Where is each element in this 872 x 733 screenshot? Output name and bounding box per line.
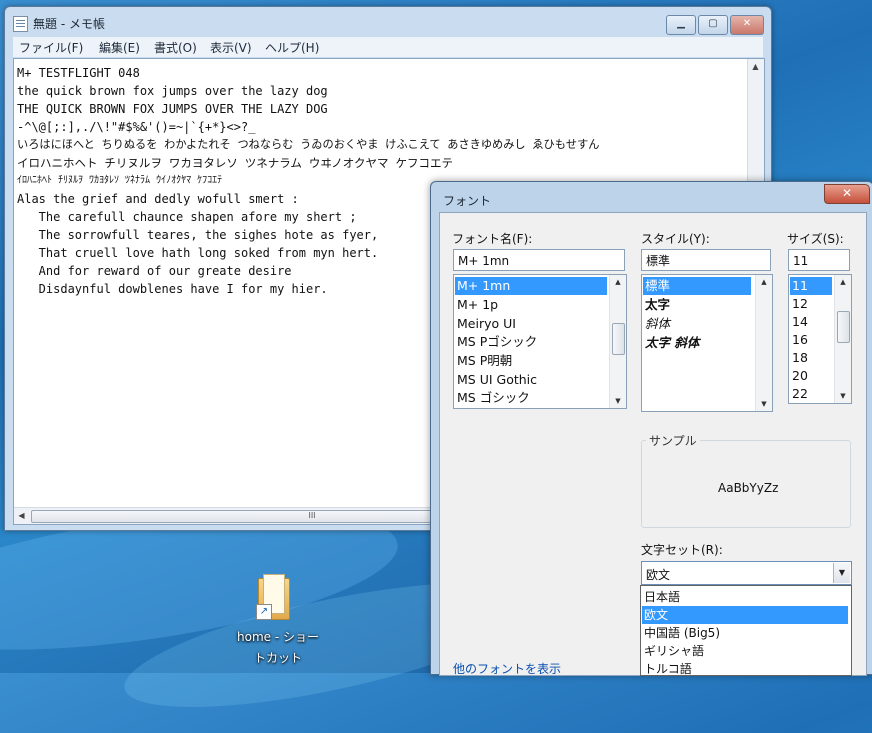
sample-label: サンプル xyxy=(646,432,700,449)
charset-option[interactable]: トルコ語 xyxy=(642,660,848,678)
font-list-item[interactable]: MS Pゴシック xyxy=(455,333,537,351)
chevron-down-icon[interactable]: ▼ xyxy=(833,563,850,583)
size-list-item[interactable]: 20 xyxy=(790,367,808,385)
font-list-item[interactable]: Meiryo UI xyxy=(455,315,516,333)
folder-icon: ↗ xyxy=(256,574,290,620)
dialog-title: フォント xyxy=(443,194,492,208)
size-list-item[interactable]: 16 xyxy=(790,331,808,349)
scroll-left-arrow-icon[interactable]: ◀ xyxy=(14,508,29,523)
scroll-thumb[interactable] xyxy=(612,323,625,355)
size-list-scrollbar[interactable]: ▲ ▼ xyxy=(834,275,851,403)
maximize-icon: ▢ xyxy=(708,18,718,29)
text-line: the quick brown fox jumps over the lazy … xyxy=(17,84,328,98)
size-input[interactable]: 11 xyxy=(788,249,850,271)
charset-select[interactable]: 欧文 ▼ xyxy=(641,561,852,585)
style-list-item[interactable]: 斜体 xyxy=(643,315,670,333)
scroll-up-arrow-icon[interactable]: ▲ xyxy=(756,275,772,289)
font-list-item[interactable]: MS UI Gothic xyxy=(455,371,537,389)
text-line: THE QUICK BROWN FOX JUMPS OVER THE LAZY … xyxy=(17,102,328,116)
font-dialog: フォント ✕ フォント名(F): M+ 1mn M+ 1mn M+ 1p Mei… xyxy=(430,181,872,677)
shortcut-label: home - ショー xyxy=(237,630,319,644)
minimize-icon: ▁ xyxy=(677,18,685,29)
font-list-item[interactable]: MS P明朝 xyxy=(455,352,512,370)
menu-help[interactable]: ヘルプ(H) xyxy=(265,39,319,56)
font-name-input[interactable]: M+ 1mn xyxy=(453,249,625,271)
style-label: スタイル(Y): xyxy=(641,232,710,246)
style-list-item[interactable]: 標準 xyxy=(643,277,751,295)
charset-option[interactable]: 日本語 xyxy=(642,588,848,606)
scroll-down-arrow-icon[interactable]: ▼ xyxy=(835,389,851,403)
scroll-thumb[interactable] xyxy=(837,311,850,343)
dialog-close-button[interactable]: ✕ xyxy=(824,184,870,204)
text-line: いろはにほへと ちりぬるを わかよたれそ つねならむ うゐのおくやま けふこえて… xyxy=(17,138,600,151)
charset-option[interactable]: 欧文 xyxy=(642,606,848,624)
menu-view[interactable]: 表示(V) xyxy=(210,39,252,56)
size-list-item[interactable]: 14 xyxy=(790,313,808,331)
scroll-up-arrow-icon[interactable]: ▲ xyxy=(748,59,763,74)
scroll-down-arrow-icon[interactable]: ▼ xyxy=(610,394,626,408)
charset-option[interactable]: ギリシャ語 xyxy=(642,642,848,660)
style-list-item[interactable]: 太字 斜体 xyxy=(643,334,699,352)
title-bar[interactable]: 無題 - メモ帳 ▁ ▢ ✕ xyxy=(5,7,771,37)
menu-format[interactable]: 書式(O) xyxy=(154,39,197,56)
size-list-item[interactable]: 22 xyxy=(790,385,808,403)
scroll-up-arrow-icon[interactable]: ▲ xyxy=(610,275,626,289)
maximize-button[interactable]: ▢ xyxy=(698,15,728,35)
menu-file[interactable]: ファイル(F) xyxy=(19,39,83,56)
size-list-item[interactable]: 12 xyxy=(790,295,808,313)
style-list[interactable]: 標準 太字 斜体 太字 斜体 ▲ ▼ xyxy=(641,274,773,412)
window-title: 無題 - メモ帳 xyxy=(33,17,105,31)
text-line: M+ TESTFLIGHT 048 xyxy=(17,66,140,80)
size-list[interactable]: 11 12 14 16 18 20 22 ▲ ▼ xyxy=(788,274,852,404)
style-list-item[interactable]: 太字 xyxy=(643,296,670,314)
size-label: サイズ(S): xyxy=(787,232,844,246)
font-name-list[interactable]: M+ 1mn M+ 1p Meiryo UI MS Pゴシック MS P明朝 M… xyxy=(453,274,627,409)
text-line: -^\@[;:],./\!"#$%&'()=~|`{+*}<>?_ xyxy=(17,120,256,134)
font-list-item[interactable]: M+ 1mn xyxy=(455,277,607,295)
shortcut-label: トカット xyxy=(253,651,302,665)
font-name-label: フォント名(F): xyxy=(452,232,533,246)
font-list-item[interactable]: M+ 1p xyxy=(455,296,498,314)
close-icon: ✕ xyxy=(841,186,853,200)
minimize-button[interactable]: ▁ xyxy=(666,15,696,35)
charset-label: 文字セット(R): xyxy=(641,543,723,557)
size-list-item[interactable]: 11 xyxy=(790,277,832,295)
more-fonts-link[interactable]: 他のフォントを表示 xyxy=(453,660,561,677)
shortcut-arrow-icon: ↗ xyxy=(256,604,272,620)
notepad-app-icon[interactable] xyxy=(13,16,28,32)
menu-bar: ファイル(F) 編集(E) 書式(O) 表示(V) ヘルプ(H) xyxy=(13,37,763,57)
font-list-item[interactable]: MS ゴシック xyxy=(455,389,530,407)
scroll-down-arrow-icon[interactable]: ▼ xyxy=(756,397,772,411)
menu-edit[interactable]: 編集(E) xyxy=(99,39,140,56)
style-input[interactable]: 標準 xyxy=(641,249,771,271)
close-button[interactable]: ✕ xyxy=(730,15,764,35)
style-list-scrollbar[interactable]: ▲ ▼ xyxy=(755,275,772,411)
scroll-up-arrow-icon[interactable]: ▲ xyxy=(835,275,851,289)
charset-option[interactable]: 中国語 (Big5) xyxy=(642,624,848,642)
desktop-shortcut-home[interactable]: ↗ home - ショー トカット xyxy=(226,572,330,672)
font-list-scrollbar[interactable]: ▲ ▼ xyxy=(609,275,626,408)
close-icon: ✕ xyxy=(742,18,752,29)
size-list-item[interactable]: 18 xyxy=(790,349,808,367)
charset-selected-value: 欧文 xyxy=(646,568,671,582)
text-line: イロハニホヘト チリヌルヲ ワカヨタレソ ツネナラム ウヰノオクヤマ ケフコエテ xyxy=(17,156,453,170)
charset-dropdown-list[interactable]: 日本語 欧文 中国語 (Big5) ギリシャ語 トルコ語 xyxy=(640,585,852,676)
sample-text: AaBbYyZz xyxy=(718,481,779,495)
